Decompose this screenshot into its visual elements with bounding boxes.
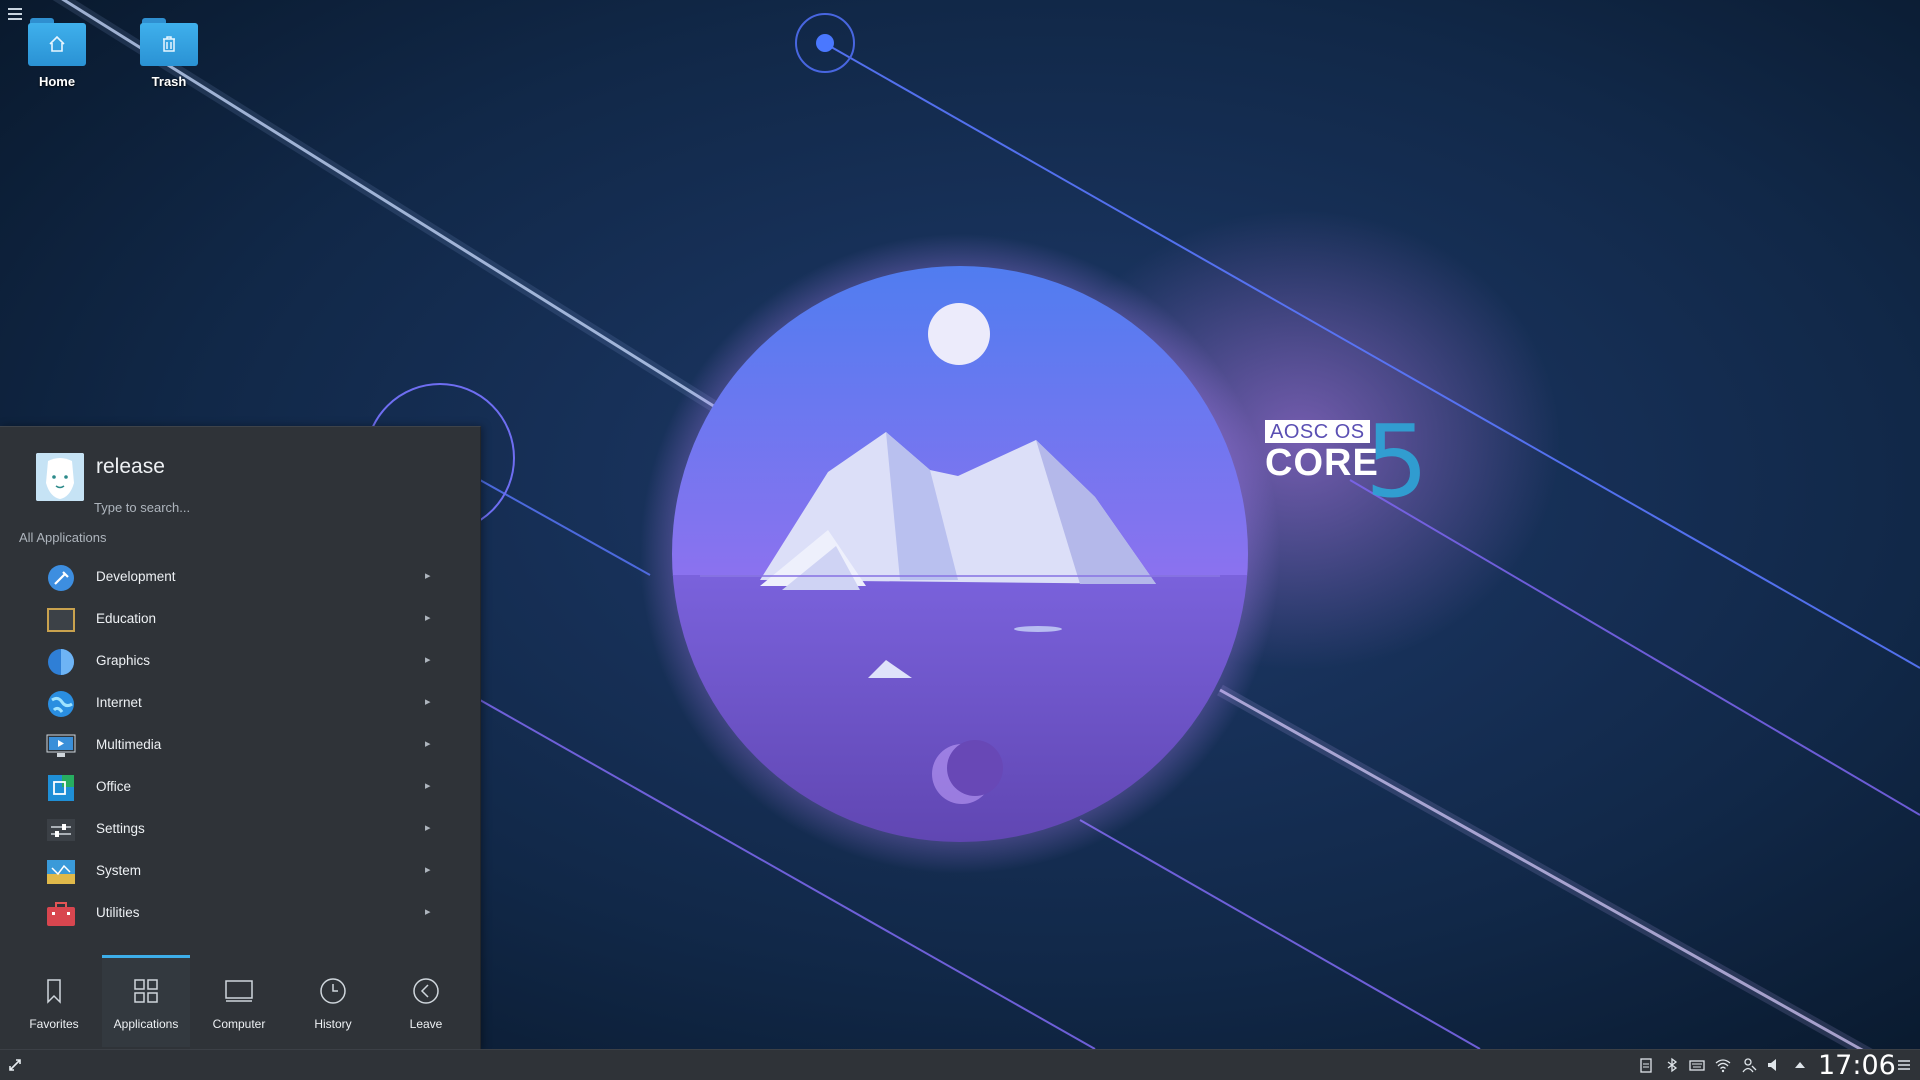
brand-core: CORE (1265, 442, 1379, 484)
chevron-right-icon: ▸ (425, 738, 431, 750)
category-label: Education (96, 611, 157, 626)
category-internet[interactable]: Internet ▸ (0, 682, 480, 724)
office-icon (48, 775, 74, 801)
tab-label: Computer (212, 1017, 266, 1031)
desktop-icon-label: Trash (151, 74, 187, 89)
brand-tag: AOSC OS (1265, 420, 1370, 443)
category-list: Development ▸ Education ▸ Graphics ▸ Int… (0, 556, 480, 934)
bookmark-icon (47, 979, 61, 1004)
category-office[interactable]: Office ▸ (0, 766, 480, 808)
taskbar: 17:06 (0, 1049, 1920, 1080)
computer-icon (225, 980, 253, 1002)
clock-icon (320, 978, 346, 1004)
brand-logo: AOSC OS CORE 5 (1265, 412, 1429, 512)
tab-favorites[interactable]: Favorites (10, 955, 98, 1047)
arrow-up-icon[interactable] (1792, 1057, 1808, 1073)
section-title: All Applications (19, 530, 107, 545)
tab-label: Favorites (29, 1017, 79, 1031)
chevron-right-icon: ▸ (425, 822, 431, 834)
category-multimedia[interactable]: Multimedia ▸ (0, 724, 480, 766)
category-label: Settings (96, 821, 145, 836)
tab-label: Leave (409, 1017, 443, 1031)
clipboard-icon[interactable] (1638, 1057, 1654, 1073)
avatar[interactable] (36, 453, 84, 501)
tab-label: History (314, 1017, 352, 1031)
graphics-icon (48, 649, 74, 675)
clock[interactable]: 17:06 (1818, 1050, 1896, 1080)
system-icon (47, 860, 75, 884)
desktop-icon-trash[interactable]: Trash (124, 18, 214, 89)
application-launcher: release All Applications Development ▸ E… (0, 426, 481, 1050)
category-label: Multimedia (96, 737, 162, 752)
keyboard-icon[interactable] (1689, 1057, 1705, 1073)
chevron-right-icon: ▸ (425, 864, 431, 876)
user-name: release (96, 455, 165, 478)
category-label: Utilities (96, 905, 140, 920)
launcher-tabbar: Favorites Applications Computer History … (0, 955, 480, 1050)
education-icon (47, 608, 75, 632)
tab-history[interactable]: History (289, 955, 377, 1047)
category-development[interactable]: Development ▸ (0, 556, 480, 598)
category-label: Office (96, 779, 132, 794)
category-system[interactable]: System ▸ (0, 850, 480, 892)
tab-label: Applications (113, 1017, 179, 1031)
category-settings[interactable]: Settings ▸ (0, 808, 480, 850)
tab-leave[interactable]: Leave (382, 955, 470, 1047)
search-input[interactable] (94, 496, 424, 518)
tab-computer[interactable]: Computer (195, 955, 283, 1047)
development-icon (48, 565, 74, 591)
chevron-right-icon: ▸ (425, 780, 431, 792)
desktop-icon-label: Home (38, 74, 76, 89)
wifi-icon[interactable] (1715, 1057, 1731, 1073)
category-label: Development (96, 569, 176, 584)
chevron-right-icon: ▸ (425, 654, 431, 666)
folder-trash-icon (140, 18, 198, 66)
chevron-right-icon: ▸ (425, 696, 431, 708)
chevron-right-icon: ▸ (425, 612, 431, 624)
category-graphics[interactable]: Graphics ▸ (0, 640, 480, 682)
chevron-right-icon: ▸ (425, 906, 431, 918)
category-label: Graphics (96, 653, 151, 668)
grid-icon (134, 979, 158, 1003)
folder-home-icon (28, 18, 86, 66)
chevron-right-icon: ▸ (425, 570, 431, 582)
active-tab-indicator (102, 955, 190, 958)
desktop-menu-icon[interactable] (8, 8, 22, 20)
desktop-icon-home[interactable]: Home (12, 18, 102, 89)
settings-icon (47, 819, 75, 841)
bluetooth-icon[interactable] (1664, 1057, 1680, 1073)
utilities-icon (47, 902, 75, 926)
category-label: Internet (96, 695, 142, 710)
launcher-icon[interactable] (7, 1057, 23, 1073)
tab-applications[interactable]: Applications (102, 955, 190, 1047)
volume-icon[interactable] (1766, 1057, 1782, 1073)
multimedia-icon (46, 734, 76, 757)
category-education[interactable]: Education ▸ (0, 598, 480, 640)
category-label: System (96, 863, 142, 878)
brand-version: 5 (1365, 403, 1429, 520)
internet-icon (48, 691, 74, 717)
back-icon (413, 978, 439, 1004)
user-icon[interactable] (1741, 1057, 1757, 1073)
category-utilities[interactable]: Utilities ▸ (0, 892, 480, 934)
menu-icon[interactable] (1896, 1057, 1912, 1073)
